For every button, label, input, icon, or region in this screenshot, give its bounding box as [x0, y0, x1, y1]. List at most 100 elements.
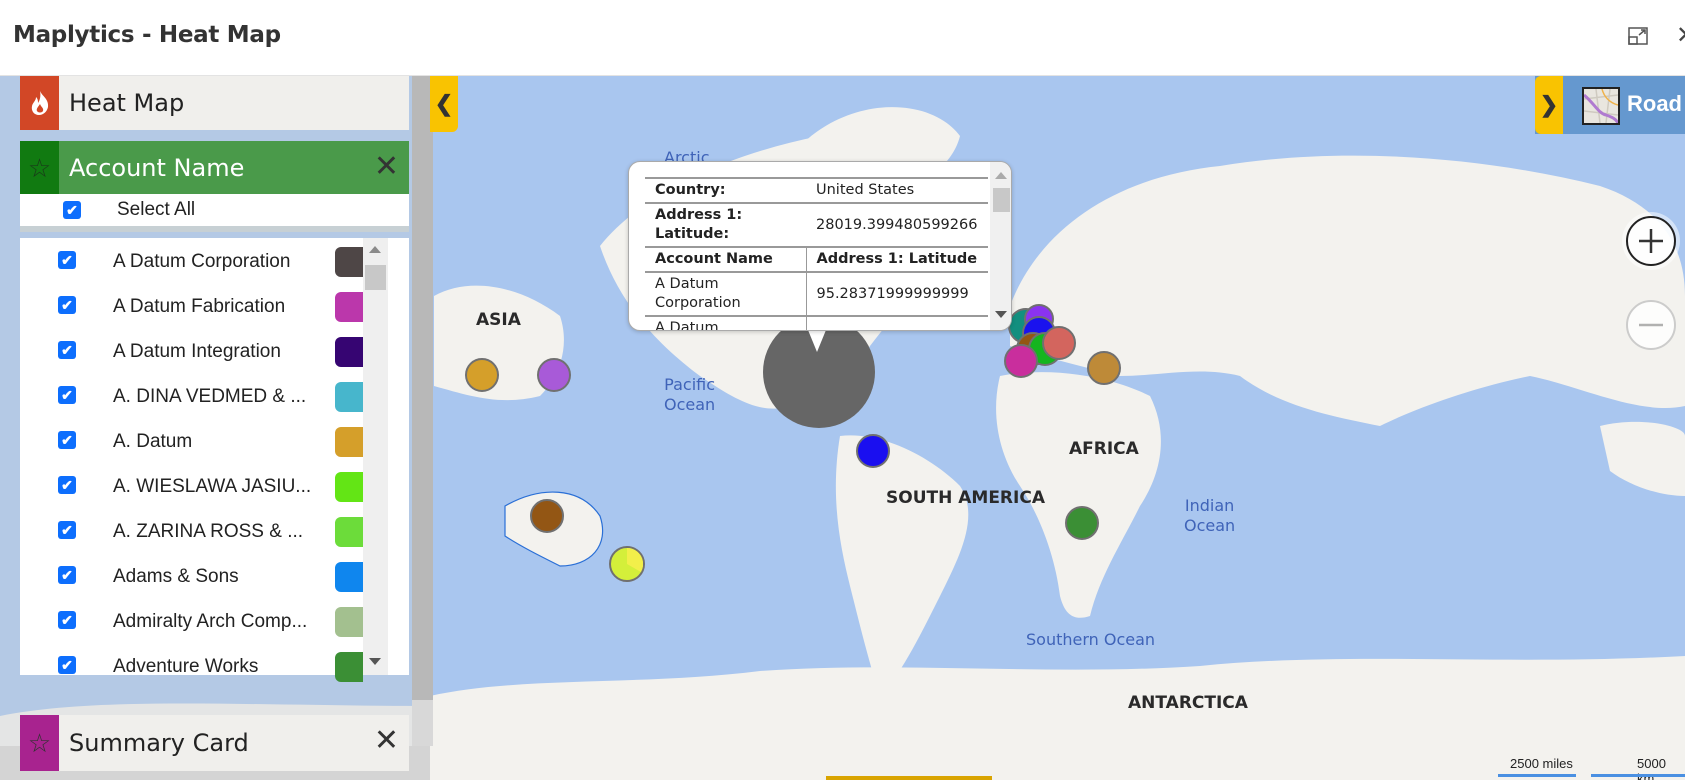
list-item[interactable]: ✔ A Datum Fabrication — [20, 283, 382, 328]
account-list: ✔ A Datum Corporation ✔ A Datum Fabricat… — [20, 238, 409, 682]
scroll-thumb[interactable] — [365, 265, 386, 290]
color-swatch[interactable] — [335, 382, 363, 412]
item-checkbox[interactable]: ✔ — [58, 386, 76, 404]
popup-scrollbar[interactable] — [990, 162, 1011, 330]
panel-summary-card[interactable]: ☆ Summary Card ✕ — [20, 715, 409, 771]
close-icon[interactable]: ✕ — [374, 726, 399, 756]
popup-header-row: Account Name Address 1: Latitude — [645, 246, 988, 273]
marker-colombia[interactable] — [856, 434, 890, 468]
popup-col-account: Account Name — [645, 246, 807, 273]
popup-table: Country: United States Address 1: Latitu… — [645, 177, 988, 330]
panel-account-name[interactable]: ☆ Account Name ✕ — [20, 141, 409, 195]
minus-icon — [1639, 323, 1663, 327]
marker-europe-magenta[interactable] — [1004, 344, 1038, 378]
scroll-down-arrow-icon[interactable] — [995, 311, 1007, 318]
close-icon[interactable]: ✕ — [1676, 24, 1685, 48]
color-swatch[interactable] — [335, 427, 363, 457]
list-item[interactable]: ✔ A. WIESLAWA JASIU... — [20, 463, 382, 508]
item-checkbox[interactable]: ✔ — [58, 341, 76, 359]
color-swatch[interactable] — [335, 562, 363, 592]
item-label: A Datum Corporation — [113, 251, 291, 272]
color-swatch[interactable] — [335, 517, 363, 547]
item-checkbox[interactable]: ✔ — [58, 656, 76, 674]
chevron-right-icon: ❯ — [1539, 92, 1559, 117]
zoom-out-button[interactable] — [1626, 300, 1676, 350]
label-southern-ocean: Southern Ocean — [1026, 630, 1156, 649]
item-checkbox[interactable]: ✔ — [58, 296, 76, 314]
item-checkbox[interactable]: ✔ — [58, 566, 76, 584]
select-all-checkbox[interactable]: ✔ — [63, 201, 81, 219]
scroll-down-arrow-icon[interactable] — [369, 658, 381, 665]
info-popup: Country: United States Address 1: Latitu… — [628, 161, 1012, 331]
item-label: A. ZARINA ROSS & ... — [113, 521, 304, 542]
item-label: A. Datum — [113, 431, 193, 452]
list-scrollbar[interactable] — [363, 238, 388, 675]
collapse-panel-button[interactable]: ❮ — [430, 76, 458, 132]
item-checkbox[interactable]: ✔ — [58, 251, 76, 269]
marker-china[interactable] — [465, 358, 499, 392]
item-checkbox[interactable]: ✔ — [58, 611, 76, 629]
color-swatch[interactable] — [335, 652, 363, 682]
sidebar-scrollbar-track[interactable] — [412, 700, 433, 746]
popup-pointer — [808, 330, 826, 352]
scroll-up-arrow-icon[interactable] — [995, 172, 1007, 179]
window-title: Maplytics - Heat Map — [13, 22, 281, 48]
scale-miles: 2500 miles — [1510, 756, 1573, 771]
layer-toggle-button[interactable]: ❯ — [1535, 76, 1563, 134]
pie-slice — [627, 548, 643, 572]
panel-heat-map[interactable]: Heat Map — [20, 76, 409, 130]
popup-cell-latitude — [806, 315, 988, 330]
color-swatch[interactable] — [335, 337, 363, 367]
popup-country-row: Country: United States — [645, 177, 988, 204]
list-item[interactable]: ✔ Adventure Works — [20, 643, 382, 688]
list-item[interactable]: ✔ Adams & Sons — [20, 553, 382, 598]
sidebar-scrollbar[interactable] — [412, 76, 433, 746]
bottom-indicator — [826, 776, 992, 780]
color-swatch[interactable] — [335, 472, 363, 502]
select-all-label: Select All — [117, 199, 196, 220]
zoom-in-button[interactable] — [1626, 216, 1676, 266]
panel-summary-card-label: Summary Card — [69, 729, 249, 757]
label-asia: ASIA — [476, 310, 521, 330]
star-icon: ☆ — [20, 715, 59, 771]
scroll-up-arrow-icon[interactable] — [369, 246, 381, 253]
marker-japan[interactable] — [537, 358, 571, 392]
plus-icon — [1639, 229, 1663, 253]
list-item[interactable]: ✔ A Datum Integration — [20, 328, 382, 373]
marker-australia[interactable] — [530, 499, 564, 533]
label-pacific-ocean: Pacific Ocean — [664, 375, 716, 414]
expand-icon[interactable] — [1628, 27, 1648, 45]
popup-country-label: Country: — [645, 177, 806, 204]
popup-cell-account: A Datum Corporation — [645, 271, 807, 317]
popup-lat-label: Address 1: Latitude: — [645, 202, 806, 248]
list-item[interactable]: ✔ A Datum Corporation — [20, 238, 382, 283]
star-icon: ☆ — [20, 141, 59, 195]
map-style-button[interactable]: ❯ Road — [1535, 76, 1685, 134]
marker-turkey[interactable] — [1087, 351, 1121, 385]
item-checkbox[interactable]: ✔ — [58, 431, 76, 449]
popup-lat-value: 28019.399480599266 — [806, 202, 988, 248]
popup-row: A Datum — [645, 315, 988, 330]
list-item[interactable]: ✔ A. ZARINA ROSS & ... — [20, 508, 382, 553]
label-south-america: SOUTH AMERICA — [886, 488, 1045, 508]
popup-country-value: United States — [806, 177, 988, 204]
color-swatch[interactable] — [335, 292, 363, 322]
label-africa: AFRICA — [1069, 439, 1139, 459]
marker-south-africa[interactable] — [1065, 506, 1099, 540]
map-style-label: Road — [1627, 91, 1682, 116]
popup-cell-latitude: 95.28371999999999 — [806, 271, 988, 317]
item-label: Adams & Sons — [113, 566, 239, 587]
item-checkbox[interactable]: ✔ — [58, 521, 76, 539]
item-label: A Datum Fabrication — [113, 296, 286, 317]
select-all-row[interactable]: ✔ Select All — [20, 194, 409, 232]
item-checkbox[interactable]: ✔ — [58, 476, 76, 494]
color-swatch[interactable] — [335, 247, 363, 277]
marker-europe-coral[interactable] — [1042, 326, 1076, 360]
list-item[interactable]: ✔ A. Datum — [20, 418, 382, 463]
scroll-thumb[interactable] — [993, 188, 1010, 212]
list-item[interactable]: ✔ A. DINA VEDMED & ... — [20, 373, 382, 418]
list-item[interactable]: ✔ Admiralty Arch Comp... — [20, 598, 382, 643]
color-swatch[interactable] — [335, 607, 363, 637]
marker-new-zealand[interactable] — [609, 546, 645, 582]
close-icon[interactable]: ✕ — [374, 152, 399, 182]
